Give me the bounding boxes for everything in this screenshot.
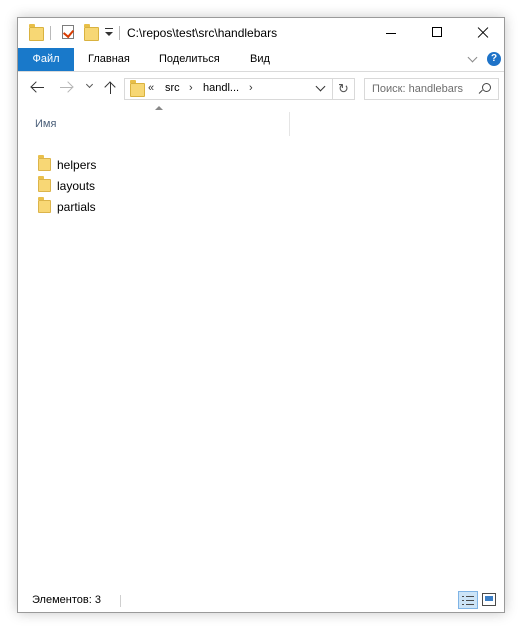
up-arrow-icon[interactable] [103,79,119,97]
status-bar: Элементов: 3 [18,589,504,612]
search-input[interactable] [366,80,480,98]
recent-locations-chevron-icon[interactable] [85,82,95,92]
list-item[interactable]: helpers [36,155,196,175]
quick-access-divider [119,26,120,40]
expand-ribbon-chevron-icon[interactable] [466,52,480,66]
window-title: C:\repos\test\src\handlebars [127,26,278,40]
maximize-button[interactable] [414,18,460,48]
tab-home[interactable]: Главная [88,48,130,71]
details-view-icon[interactable] [458,591,478,609]
folder-icon [38,197,51,213]
tab-share[interactable]: Поделиться [159,48,220,71]
back-arrow-icon[interactable] [29,80,47,96]
list-item-name: helpers [57,158,97,172]
close-button[interactable] [460,18,506,48]
title-bar: C:\repos\test\src\handlebars [18,18,504,48]
ribbon-tabs: Файл Главная Поделиться Вид ? [18,48,504,72]
explorer-window: C:\repos\test\src\handlebars Файл Главна… [17,17,505,613]
breadcrumb-separator[interactable]: › [189,82,193,94]
forward-arrow-icon[interactable] [58,80,76,96]
column-header-name[interactable]: Имя [18,112,290,136]
tab-view[interactable]: Вид [250,48,270,71]
customize-dropdown-icon[interactable] [104,25,114,41]
list-item-name: partials [57,200,96,214]
folder-icon[interactable] [29,24,44,41]
column-divider[interactable] [289,112,290,136]
refresh-icon[interactable]: ↻ [332,79,354,99]
folder-icon [38,176,51,192]
sort-ascending-icon [155,106,163,110]
quick-access-divider [50,26,51,40]
minimize-button[interactable] [368,18,414,48]
status-divider [120,595,121,607]
new-folder-icon[interactable] [84,24,99,41]
list-item-name: layouts [57,179,96,193]
list-item[interactable]: partials [36,197,196,217]
breadcrumb-overflow[interactable]: « [148,82,154,94]
tab-file[interactable]: Файл [18,48,74,71]
address-dropdown-chevron-icon[interactable] [315,83,327,95]
search-box[interactable] [364,78,499,100]
folder-icon [38,155,51,171]
address-bar[interactable]: « src › handl... › ↻ [124,78,355,100]
list-item[interactable]: layouts [36,176,196,196]
breadcrumb-separator[interactable]: › [249,82,253,94]
help-icon[interactable]: ? [487,52,501,66]
search-icon[interactable] [479,83,491,95]
breadcrumb-handlebars[interactable]: handl... [203,82,239,94]
folder-icon [130,80,145,97]
properties-icon[interactable] [62,25,74,39]
column-header-label: Имя [35,118,57,130]
file-list: Имя helpers layouts partials [18,106,504,589]
breadcrumb-src[interactable]: src [165,82,180,94]
navigation-bar: « src › handl... › ↻ [18,72,504,106]
large-icons-view-icon[interactable] [482,593,496,606]
item-count: Элементов: 3 [32,594,101,606]
